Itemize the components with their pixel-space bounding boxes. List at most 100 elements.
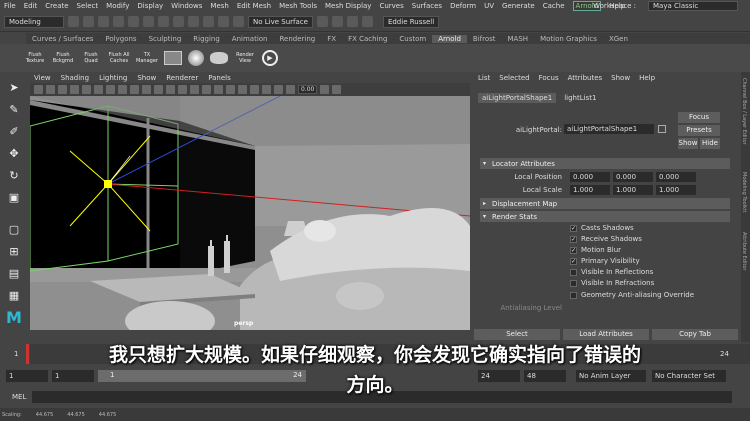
safe-title-icon[interactable] <box>154 85 163 94</box>
menu-cache[interactable]: Cache <box>543 2 565 10</box>
menu-curves[interactable]: Curves <box>379 2 403 10</box>
show-button[interactable]: Show <box>678 138 698 149</box>
shelf-tab-xgen[interactable]: XGen <box>603 35 634 43</box>
section-displacement-map[interactable]: Displacement Map <box>480 198 730 209</box>
ipr-render-icon[interactable] <box>331 16 343 27</box>
menu-windows[interactable]: Windows <box>171 2 202 10</box>
ae-menu-show[interactable]: Show <box>611 74 630 82</box>
resolution-gate-icon[interactable] <box>106 85 115 94</box>
focus-button[interactable]: Focus <box>678 112 720 123</box>
redo-icon[interactable] <box>128 16 139 27</box>
menu-modify[interactable]: Modify <box>106 2 129 10</box>
menu-surfaces[interactable]: Surfaces <box>412 2 442 10</box>
wireframe-on-shaded-icon[interactable] <box>202 85 211 94</box>
camera-select-icon[interactable] <box>34 85 43 94</box>
hide-button[interactable]: Hide <box>700 138 720 149</box>
exposure-field[interactable]: 0.00 <box>298 85 318 94</box>
shadows-icon[interactable] <box>238 85 247 94</box>
shelf-tab-bifrost[interactable]: Bifrost <box>467 35 502 43</box>
safe-action-icon[interactable] <box>142 85 151 94</box>
ae-menu-attributes[interactable]: Attributes <box>568 74 603 82</box>
local-scale-x[interactable]: 1.000 <box>570 185 610 195</box>
smooth-shade-icon[interactable] <box>178 85 187 94</box>
isolate-select-icon[interactable] <box>274 85 283 94</box>
four-view-layout-icon[interactable]: ⊞ <box>5 242 23 260</box>
shelf-tab-custom[interactable]: Custom <box>393 35 432 43</box>
play-render-icon[interactable]: ▶ <box>262 50 278 66</box>
use-all-lights-icon[interactable] <box>226 85 235 94</box>
tab-lightlist1[interactable]: lightList1 <box>560 93 600 103</box>
menu-mesh-display[interactable]: Mesh Display <box>325 2 371 10</box>
motion-blur-checkbox[interactable]: ✓ Motion Blur <box>570 246 621 254</box>
viewport-menu-panels[interactable]: Panels <box>208 74 231 82</box>
casts-shadows-checkbox[interactable]: ✓ Casts Shadows <box>570 224 634 232</box>
shelf-tab-mash[interactable]: MASH <box>502 35 535 43</box>
local-position-z[interactable]: 0.000 <box>656 172 696 182</box>
shelf-tab-fx[interactable]: FX <box>321 35 342 43</box>
local-position-y[interactable]: 0.000 <box>613 172 653 182</box>
local-position-x[interactable]: 0.000 <box>570 172 610 182</box>
new-scene-icon[interactable] <box>68 16 79 27</box>
default-material-icon[interactable] <box>190 85 199 94</box>
menu-uv[interactable]: UV <box>484 2 494 10</box>
select-component-icon[interactable] <box>173 16 184 27</box>
select-object-icon[interactable] <box>158 16 169 27</box>
ae-menu-selected[interactable]: Selected <box>499 74 529 82</box>
color-management-icon[interactable] <box>332 85 342 94</box>
move-tool-icon[interactable]: ✥ <box>5 144 23 162</box>
outliner-layout-icon[interactable]: ▤ <box>5 264 23 282</box>
single-view-layout-icon[interactable]: ▢ <box>5 220 23 238</box>
receive-shadows-checkbox[interactable]: ✓ Receive Shadows <box>570 235 642 243</box>
workspace-dropdown[interactable]: Maya Classic <box>648 1 738 11</box>
render-settings-icon[interactable] <box>346 16 358 27</box>
render-current-frame-icon[interactable] <box>316 16 328 27</box>
side-tab-modeling-toolkit[interactable]: Modeling Toolkit <box>741 172 747 212</box>
locator-handle[interactable] <box>104 180 112 188</box>
menu-mesh-tools[interactable]: Mesh Tools <box>279 2 317 10</box>
shelf-tab-fx-caching[interactable]: FX Caching <box>342 35 393 43</box>
node-name-field[interactable]: aiLightPortalShape1 <box>564 124 654 134</box>
hypershade-icon[interactable] <box>361 16 373 27</box>
menu-generate[interactable]: Generate <box>502 2 535 10</box>
menu-edit-mesh[interactable]: Edit Mesh <box>237 2 271 10</box>
render-view-button[interactable]: Render View <box>234 52 256 64</box>
wireframe-icon[interactable] <box>166 85 175 94</box>
shelf-tab-motion-graphics[interactable]: Motion Graphics <box>534 35 603 43</box>
copy-tab-button[interactable]: Copy Tab <box>652 329 738 340</box>
select-hierarchy-icon[interactable] <box>143 16 154 27</box>
scale-tool-icon[interactable]: ▣ <box>5 188 23 206</box>
grid-toggle-icon[interactable] <box>82 85 91 94</box>
shelf-tab-arnold[interactable]: Arnold <box>432 34 467 43</box>
viewport-menu-lighting[interactable]: Lighting <box>99 74 127 82</box>
bookmark-icon[interactable] <box>58 85 67 94</box>
flush-texture-button[interactable]: Flush Texture <box>24 52 46 64</box>
shelf-tab-rendering[interactable]: Rendering <box>273 35 321 43</box>
live-surface-field[interactable]: No Live Surface <box>248 15 313 28</box>
rotate-tool-icon[interactable]: ↻ <box>5 166 23 184</box>
viewport-menu-renderer[interactable]: Renderer <box>166 74 198 82</box>
open-scene-icon[interactable] <box>83 16 94 27</box>
menu-create[interactable]: Create <box>45 2 68 10</box>
shelf-tab-rigging[interactable]: Rigging <box>187 35 226 43</box>
viewport-menu-view[interactable]: View <box>34 74 51 82</box>
select-button[interactable]: Select <box>474 329 560 340</box>
menu-mesh[interactable]: Mesh <box>210 2 228 10</box>
gate-mask-icon[interactable] <box>118 85 127 94</box>
snap-curve-icon[interactable] <box>203 16 214 27</box>
menu-select[interactable]: Select <box>77 2 99 10</box>
menu-file[interactable]: File <box>4 2 16 10</box>
area-light-icon[interactable] <box>164 51 182 65</box>
perspective-viewport[interactable]: persp <box>30 96 470 330</box>
flush-all-caches-button[interactable]: Flush All Caches <box>108 52 130 64</box>
mesh-light-icon[interactable] <box>210 52 228 64</box>
snap-point-icon[interactable] <box>218 16 229 27</box>
shelf-tab-sculpting[interactable]: Sculpting <box>143 35 188 43</box>
viewport-menu-show[interactable]: Show <box>137 74 156 82</box>
visible-in-reflections-checkbox[interactable]: Visible In Reflections <box>570 268 653 276</box>
tab-ailightportalshape1[interactable]: aiLightPortalShape1 <box>478 93 557 103</box>
local-scale-y[interactable]: 1.000 <box>613 185 653 195</box>
film-gate-icon[interactable] <box>94 85 103 94</box>
visible-in-refractions-checkbox[interactable]: Visible In Refractions <box>570 279 654 287</box>
shelf-tab-polygons[interactable]: Polygons <box>99 35 142 43</box>
undo-icon[interactable] <box>113 16 124 27</box>
